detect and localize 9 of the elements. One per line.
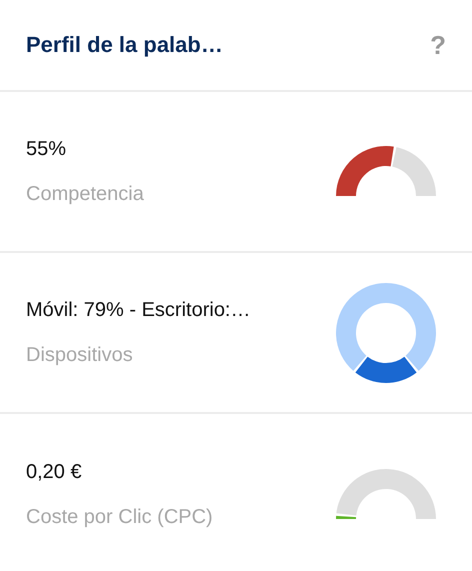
metric-value: 0,20 €: [26, 460, 83, 484]
metric-value: 55%: [26, 138, 68, 160]
metric-label: Coste por Clic (CPC): [26, 506, 213, 528]
gauge-track: [392, 146, 436, 196]
metric-label: Competencia: [26, 182, 144, 206]
metric-value: Móvil: 79% - Escritorio:…: [26, 298, 250, 322]
help-button[interactable]: ?: [430, 30, 446, 60]
panel-title: Perfil de la palab…: [26, 32, 223, 58]
metric-label: Dispositivos: [26, 344, 134, 366]
